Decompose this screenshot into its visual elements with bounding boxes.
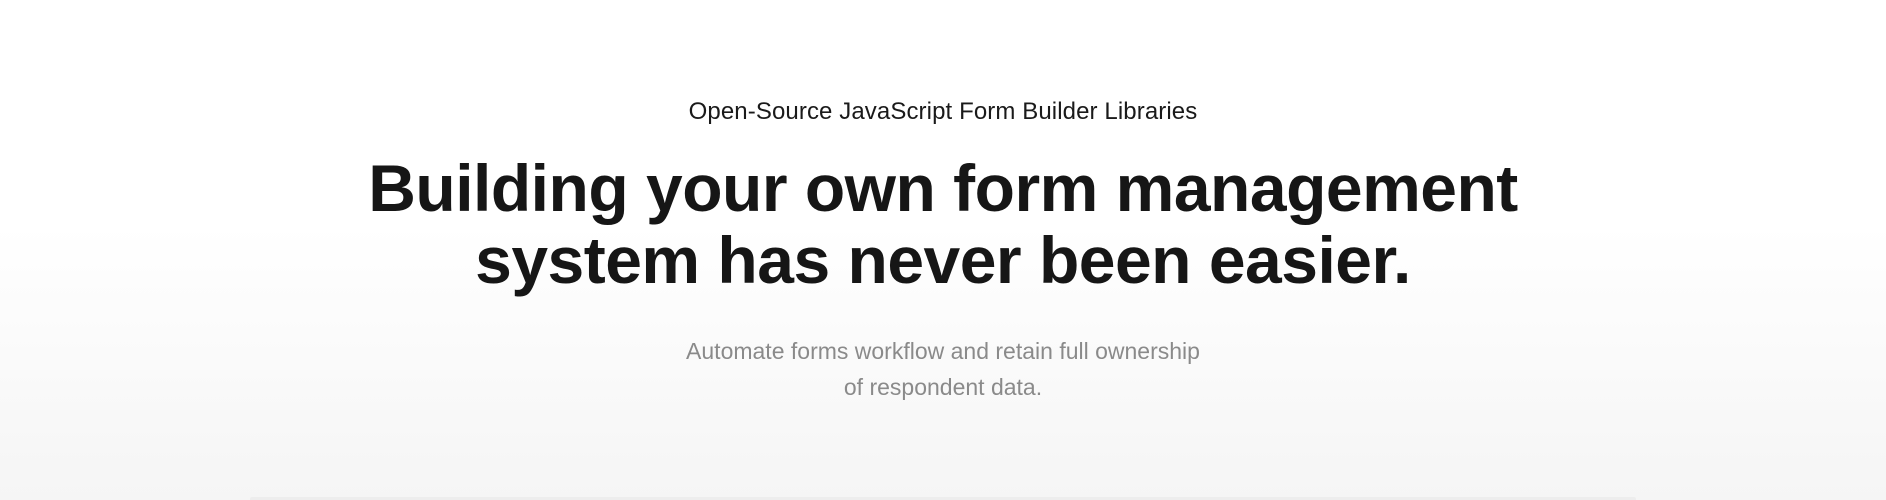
hero-headline-line-1: Building your own form management	[368, 151, 1518, 225]
hero-subhead-line-1: Automate forms workflow and retain full …	[686, 338, 1200, 364]
hero-eyebrow: Open-Source JavaScript Form Builder Libr…	[688, 98, 1198, 125]
hero-headline: Building your own form management system…	[0, 152, 1886, 296]
hero-subhead-line-2: of respondent data.	[843, 374, 1043, 400]
hero-section: Open-Source JavaScript Form Builder Libr…	[0, 0, 1886, 500]
hero-headline-line-2: system has never been easier.	[475, 223, 1411, 297]
hero-subhead: Automate forms workflow and retain full …	[0, 333, 1886, 405]
